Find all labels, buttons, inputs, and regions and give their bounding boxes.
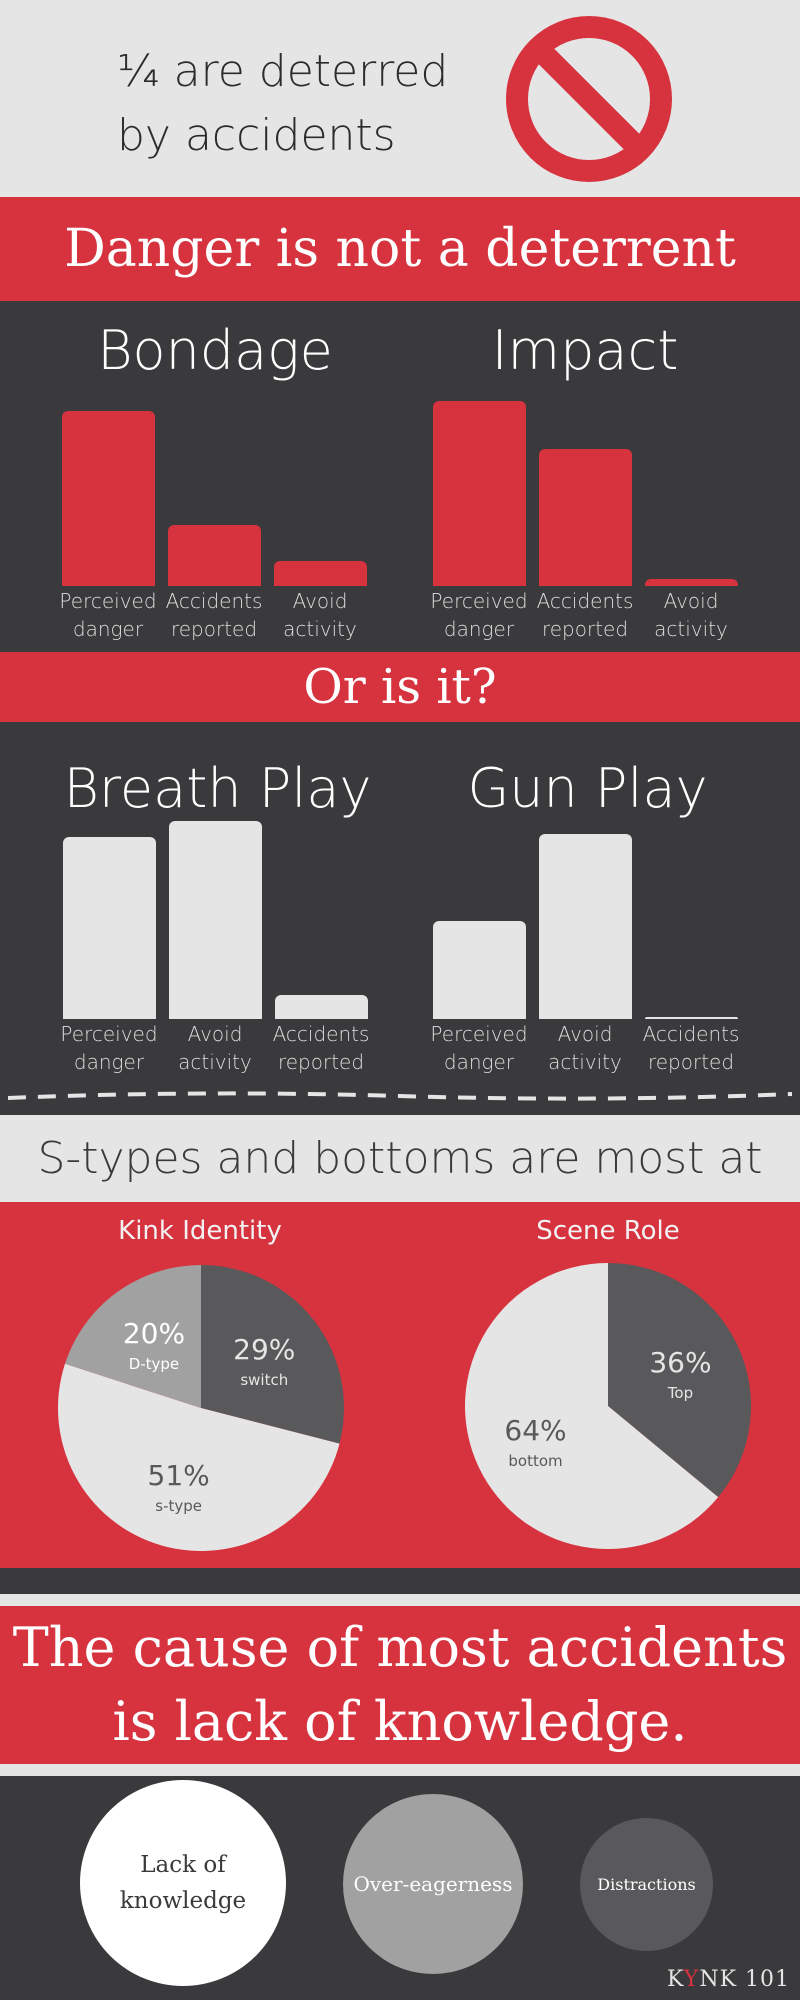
pie-label-d-type: D-type [129,1355,179,1373]
bar-3 [645,1017,738,1019]
cause-circle-lack-of-knowledge: Lack of knowledge [80,1780,286,1986]
pie-label-s-type: s-type [155,1497,202,1515]
bar-label-1: Perceived danger [430,589,528,641]
kink-identity-pie: 29% switch 51% s-type 20% D-type [57,1265,344,1552]
bar-1 [63,837,156,1019]
cause-2-label: Over-eagerness [353,1872,513,1896]
causes-section: Lack of knowledge Over-eagerness Distrac… [0,1776,800,2000]
bar-2 [168,525,261,586]
pie-value-switch: 29% [233,1333,295,1366]
pie-title-kink-identity: Kink Identity [118,1216,282,1246]
pie-section: Kink Identity Scene Role 29% switch 51% s-t… [0,1202,800,1568]
chart-title-breath-play: Breath Play [63,757,372,820]
bar-label-2: Avoid activity [548,1022,622,1074]
chart-title-bondage: Bondage [97,319,333,382]
bar-label-2: Accidents reported [536,589,634,641]
bar-2 [539,449,632,586]
pie-label-top: Top [667,1384,693,1402]
bar-label-3: Avoid activity [654,589,728,641]
spacer [0,1568,800,1594]
bar-label-1: Perceived danger [430,1022,528,1074]
knowledge-banner: The cause of most accidents is lack of k… [0,1606,800,1764]
header-line2: by accidents [117,110,396,161]
infographic: ¼ are deterred by accidents Danger is no… [0,0,800,2000]
prohibition-icon [506,16,672,182]
cause-3-label: Distractions [597,1875,696,1894]
cause-1-line2: knowledge [119,1888,247,1914]
bar-3 [274,561,367,586]
pie-label-switch: switch [240,1371,288,1389]
cause-circle-distractions: Distractions [580,1818,713,1951]
bar-1 [433,401,526,586]
bar-3 [645,579,738,586]
bar-2 [539,834,632,1019]
bar-label-2: Accidents reported [165,589,263,641]
chart-title-impact: Impact [491,319,679,382]
pie-title-scene-role: Scene Role [536,1216,680,1246]
header-line1: ¼ are deterred [117,46,449,97]
pie-value-top: 36% [649,1346,711,1379]
chart-title-gun-play: Gun Play [467,757,708,820]
knowledge-section: The cause of most accidents is lack of k… [0,1594,800,1776]
or-is-it-banner: Or is it? [0,652,800,722]
bar-section-1: Bondage Impact Perceived danger Accidents r… [0,301,800,652]
pie-value-s-type: 51% [148,1459,210,1492]
bar-label-2: Avoid activity [178,1022,252,1074]
cause-circle-over-eagerness: Over-eagerness [343,1794,523,1974]
cause-1-line1: Lack of [140,1852,226,1878]
bar-label-3: Avoid activity [283,589,357,641]
bar-1 [62,411,155,586]
bar-1 [433,921,526,1019]
bar-label-3: Accidents reported [272,1022,370,1074]
risk-heading: S-types and bottoms are most at risk [0,1115,800,1271]
scene-role-pie: 36% Top 64% bottom [464,1263,751,1549]
bar-2 [169,821,262,1019]
pie-value-d-type: 20% [123,1317,185,1350]
bar-label-1: Perceived danger [60,1022,158,1074]
bar-3 [275,995,368,1019]
dashed-divider [7,1091,793,1101]
kynk-logo: KYNK 101 [666,1967,790,1992]
header-text: ¼ are deterred by accidents [117,40,448,168]
header-section: ¼ are deterred by accidents [0,0,800,197]
bar-label-3: Accidents reported [642,1022,740,1074]
bar-label-1: Perceived danger [59,589,157,641]
pie-value-bottom: 64% [504,1414,566,1447]
knowledge-line1: The cause of most accidents [12,1616,788,1679]
knowledge-line2: is lack of knowledge. [112,1690,688,1753]
pie-label-bottom: bottom [508,1452,562,1470]
bar-section-2: Breath Play Gun Play Perceived danger Avoi… [0,722,800,1115]
deterrent-banner: Danger is not a deterrent [0,197,800,301]
